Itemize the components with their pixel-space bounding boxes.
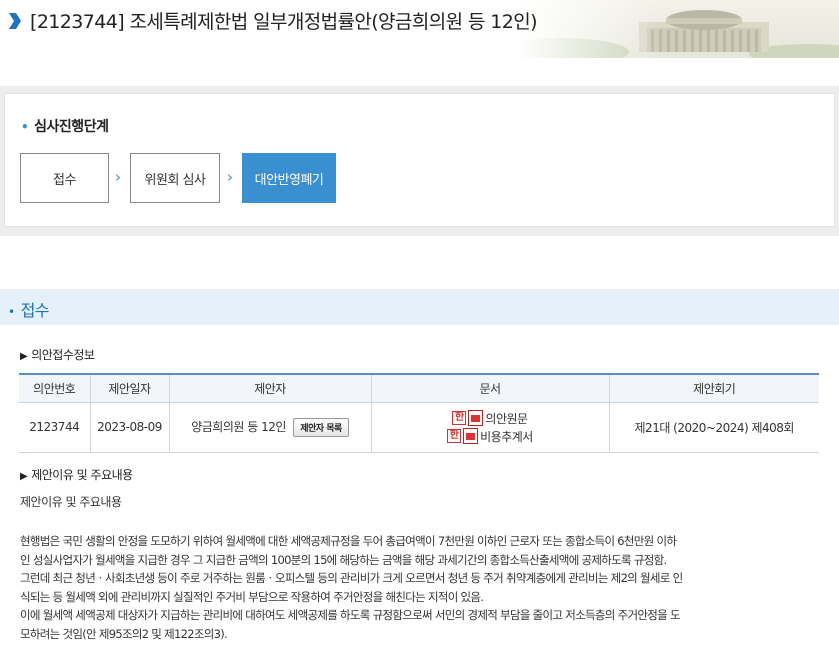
bullet-icon: • — [21, 120, 29, 134]
reason-heading-label: 제안이유 및 주요내용 — [31, 468, 133, 482]
page-title: [2123744] 조세특례제한법 일부개정법률안(양금희의원 등 12인) — [30, 11, 537, 33]
reason-body: 현행법은 국민 생활의 안정을 도모하기 위하여 월세액에 대한 세액공제규정을… — [20, 532, 820, 644]
proposer-text: 양금희의원 등 12인 — [191, 419, 286, 434]
hwp-file-icon[interactable]: 한 — [447, 429, 462, 443]
arrow-right-icon: › — [115, 168, 121, 186]
reason-line: 그런데 최근 청년ㆍ사회초년생 등이 주로 거주하는 원룸ㆍ오피스텔 등의 관리… — [20, 571, 683, 586]
bullet-icon: • — [8, 305, 15, 319]
doc-label[interactable]: 의안원문 — [485, 410, 528, 427]
hwp-file-icon[interactable]: 한 — [452, 411, 467, 425]
header-spacer — [0, 58, 839, 86]
reason-line: 모하려는 것임(안 제95조의2 및 제122조의3). — [20, 626, 228, 641]
triangle-right-icon: ▶ — [20, 351, 28, 362]
proposal-date-cell: 2023-08-09 — [89, 402, 169, 453]
section-header-receipt: • 접수 — [0, 289, 839, 325]
column-header: 제안일자 — [89, 373, 169, 403]
session-cell: 제21대 (2020~2024) 제408회 — [608, 402, 819, 453]
column-header: 문서 — [370, 373, 609, 403]
column-header: 제안회기 — [608, 373, 819, 403]
doc-link-cost-estimate[interactable]: 한 비용추계서 — [372, 427, 609, 445]
stage-step-discarded: 대안반영폐기 — [242, 153, 336, 203]
reason-label: 제안이유 및 주요내용 — [20, 495, 122, 509]
pdf-file-icon[interactable] — [468, 410, 484, 426]
column-header: 의안번호 — [19, 373, 90, 403]
intake-info-label: 의안접수정보 — [31, 348, 95, 362]
table-row: 2123744 2023-08-09 양금희의원 등 12인 제안자 목록 한 … — [19, 402, 819, 453]
proposer-cell: 양금희의원 등 12인 제안자 목록 — [168, 402, 371, 453]
column-header: 제안자 — [168, 373, 371, 403]
assembly-building-illustration — [519, 0, 839, 58]
proposer-list-button[interactable]: 제안자 목록 — [293, 417, 349, 437]
review-stage-panel: • 심사진행단계 접수 › 위원회 심사 › 대안반영폐기 — [4, 93, 835, 227]
bill-number-cell: 2123744 — [19, 402, 90, 453]
doc-label[interactable]: 비용추계서 — [480, 428, 533, 445]
pdf-file-icon[interactable] — [463, 428, 479, 444]
reason-line: 인 성실사업자가 월세액을 지급한 경우 그 지급한 금액의 100분의 15에… — [20, 552, 667, 567]
intake-info-heading: ▶ 의안접수정보 — [20, 346, 95, 363]
section-title: 접수 — [20, 301, 50, 320]
doc-link-bill-original[interactable]: 한 의안원문 — [372, 409, 609, 427]
documents-cell: 한 의안원문 한 비용추계서 — [370, 402, 609, 453]
stage-title: • 심사진행단계 — [21, 116, 109, 136]
triangle-right-icon: ▶ — [20, 471, 28, 482]
stage-title-label: 심사진행단계 — [34, 119, 109, 135]
reason-heading: ▶ 제안이유 및 주요내용 — [20, 466, 133, 483]
page-header: [2123744] 조세특례제한법 일부개정법률안(양금희의원 등 12인) — [0, 0, 839, 58]
table-header-row: 의안번호 제안일자 제안자 문서 제안회기 — [19, 373, 819, 403]
stage-step-committee-review: 위원회 심사 — [130, 153, 220, 203]
reason-line: 현행법은 국민 생활의 안정을 도모하기 위하여 월세액에 대한 세액공제규정을… — [20, 534, 677, 548]
reason-line: 이에 월세액 세액공제 대상자가 지급하는 관리비에 대하여도 세액공제를 하도… — [20, 608, 681, 623]
stage-step-receipt: 접수 — [20, 153, 109, 203]
reason-line: 식되는 등 월세액 외에 관리비까지 실질적인 주거비 부담으로 작용하여 주거… — [20, 589, 484, 604]
chevron-right-icon — [9, 13, 21, 29]
bill-info-table: 의안번호 제안일자 제안자 문서 제안회기 2123744 2023-08-09… — [19, 373, 819, 453]
arrow-right-icon: › — [227, 168, 233, 186]
